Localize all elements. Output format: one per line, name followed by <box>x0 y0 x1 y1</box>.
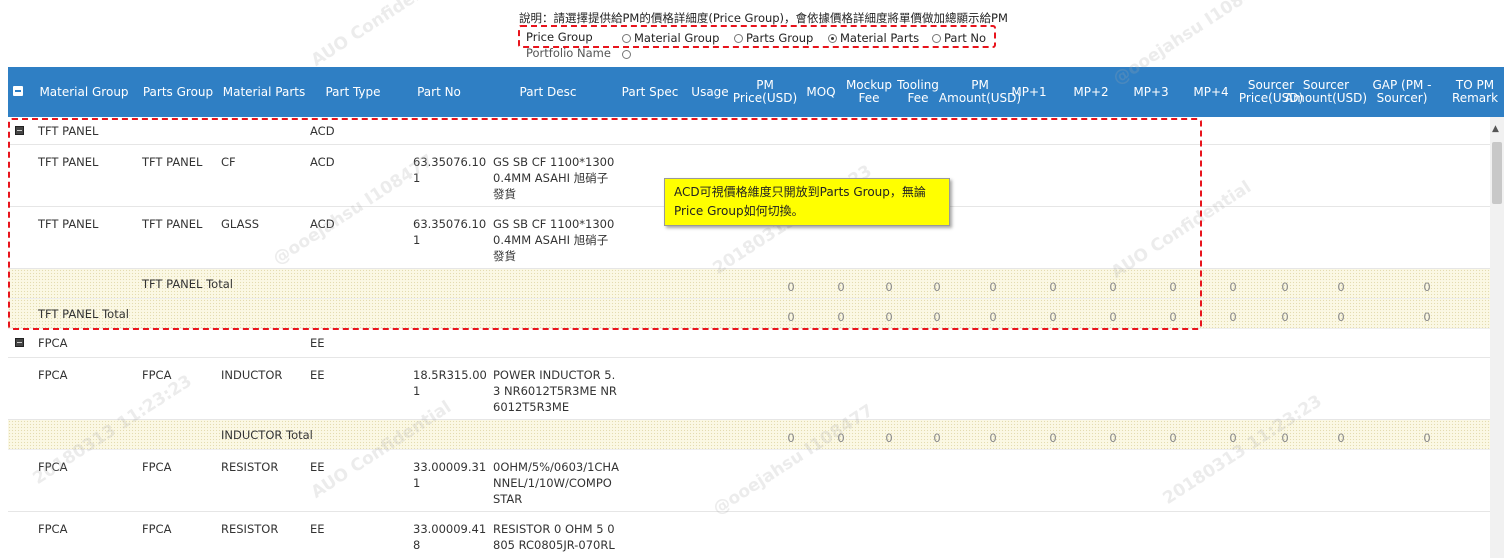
col-mp4[interactable]: MP+4 <box>1188 67 1234 117</box>
watermark: AUO Confidential <box>307 0 456 71</box>
material-parts-cell: INDUCTOR <box>221 368 283 382</box>
col-part-spec[interactable]: Part Spec <box>620 67 680 117</box>
portfolio-radio-icon[interactable] <box>622 50 631 59</box>
total-value-cell: 0 <box>1049 431 1057 445</box>
col-parts-group[interactable]: Parts Group <box>138 67 218 117</box>
price-group-highlight-box <box>518 25 996 48</box>
material-group-cell: FPCA <box>38 522 68 536</box>
part-no-cell: 33.00009.311 <box>413 460 487 490</box>
scrollbar-thumb[interactable] <box>1492 142 1502 204</box>
part-desc-cell: RESISTOR 0 OHM 5 0805 RC0805JR-070RL <box>493 522 615 552</box>
grid-header: Material Group Parts Group Material Part… <box>8 67 1504 117</box>
scroll-up-icon[interactable]: ▲ <box>1492 124 1499 134</box>
total-value-cell: 0 <box>1281 431 1289 445</box>
total-label: INDUCTOR Total <box>221 428 313 442</box>
material-parts-cell: RESISTOR <box>221 460 279 474</box>
annotation-note: ACD可視價格維度只開放到Parts Group，無論Price Group如何… <box>664 178 950 226</box>
part-no-cell: 33.00009.418 <box>413 522 487 552</box>
parts-group-cell: FPCA <box>142 368 172 382</box>
total-value-cell: 0 <box>1281 280 1289 294</box>
col-material-group[interactable]: Material Group <box>34 67 134 117</box>
group-row[interactable]: FPCA EE <box>8 330 1490 358</box>
portfolio-name-label: Portfolio Name <box>526 46 611 60</box>
total-value-cell: 0 <box>1169 431 1177 445</box>
total-value-cell: 0 <box>787 431 795 445</box>
total-value-cell: 0 <box>1423 310 1431 324</box>
part-type-cell: EE <box>310 522 325 536</box>
total-value-cell: 0 <box>933 431 941 445</box>
part-no-cell: 18.5R315.001 <box>413 368 487 398</box>
acd-highlight-box <box>8 118 1202 330</box>
part-type-cell: EE <box>310 460 325 474</box>
col-mp3[interactable]: MP+3 <box>1128 67 1174 117</box>
col-mockup-fee[interactable]: Mockup Fee <box>844 67 894 117</box>
collapse-group-icon[interactable] <box>15 338 24 347</box>
parts-group-cell: FPCA <box>142 460 172 474</box>
collapse-all-icon[interactable] <box>13 86 23 96</box>
col-part-desc[interactable]: Part Desc <box>488 67 608 117</box>
total-value-cell: 0 <box>837 431 845 445</box>
col-pm-amount[interactable]: PM Amount(USD) <box>939 67 1021 117</box>
col-gap[interactable]: GAP (PM - Sourcer) <box>1360 67 1444 117</box>
total-value-cell: 0 <box>1229 280 1237 294</box>
col-part-no[interactable]: Part No <box>400 67 478 117</box>
col-moq[interactable]: MOQ <box>802 67 840 117</box>
parts-group-cell: FPCA <box>142 522 172 536</box>
total-value-cell: 0 <box>1423 280 1431 294</box>
part-desc-cell: 0OHM/5%/0603/1CHANNEL/1/10W/COMPOSTAR <box>493 460 619 506</box>
subtotal-row: INDUCTOR Total 0 0 0 0 0 0 0 0 0 0 0 0 <box>8 420 1490 450</box>
col-material-parts[interactable]: Material Parts <box>220 67 308 117</box>
material-group-cell: FPCA <box>38 336 68 350</box>
material-parts-cell: RESISTOR <box>221 522 279 536</box>
part-desc-cell: POWER INDUCTOR 5.3 NR6012T5R3ME NR6012T5… <box>493 368 617 414</box>
instruction-text: 說明：請選擇提供給PM的價格詳細度(Price Group)，會依據價格詳細度將… <box>519 11 1008 25</box>
material-group-cell: FPCA <box>38 460 68 474</box>
table-row[interactable]: FPCA FPCA INDUCTOR EE 18.5R315.001 POWER… <box>8 358 1490 420</box>
col-part-type[interactable]: Part Type <box>312 67 394 117</box>
col-usage[interactable]: Usage <box>688 67 732 117</box>
col-to-pm-remark[interactable]: TO PM Remark <box>1448 67 1502 117</box>
col-tooling-fee[interactable]: Tooling Fee <box>894 67 942 117</box>
col-sourcer-amount[interactable]: Sourcer Amount(USD) <box>1285 67 1367 117</box>
total-value-cell: 0 <box>1229 310 1237 324</box>
part-type-cell: EE <box>310 368 325 382</box>
table-row[interactable]: FPCA FPCA RESISTOR EE 33.00009.311 0OHM/… <box>8 450 1490 512</box>
col-mp1[interactable]: MP+1 <box>1006 67 1052 117</box>
col-pm-price[interactable]: PM Price(USD) <box>732 67 798 117</box>
table-row[interactable]: FPCA FPCA RESISTOR EE 33.00009.418 RESIS… <box>8 512 1490 558</box>
total-value-cell: 0 <box>989 431 997 445</box>
material-group-cell: FPCA <box>38 368 68 382</box>
total-value-cell: 0 <box>1281 310 1289 324</box>
total-value-cell: 0 <box>1109 431 1117 445</box>
total-value-cell: 0 <box>1337 280 1345 294</box>
part-type-cell: EE <box>310 336 325 350</box>
col-mp2[interactable]: MP+2 <box>1068 67 1114 117</box>
total-value-cell: 0 <box>1337 431 1345 445</box>
total-value-cell: 0 <box>1423 431 1431 445</box>
total-value-cell: 0 <box>1337 310 1345 324</box>
total-value-cell: 0 <box>885 431 893 445</box>
total-value-cell: 0 <box>1229 431 1237 445</box>
